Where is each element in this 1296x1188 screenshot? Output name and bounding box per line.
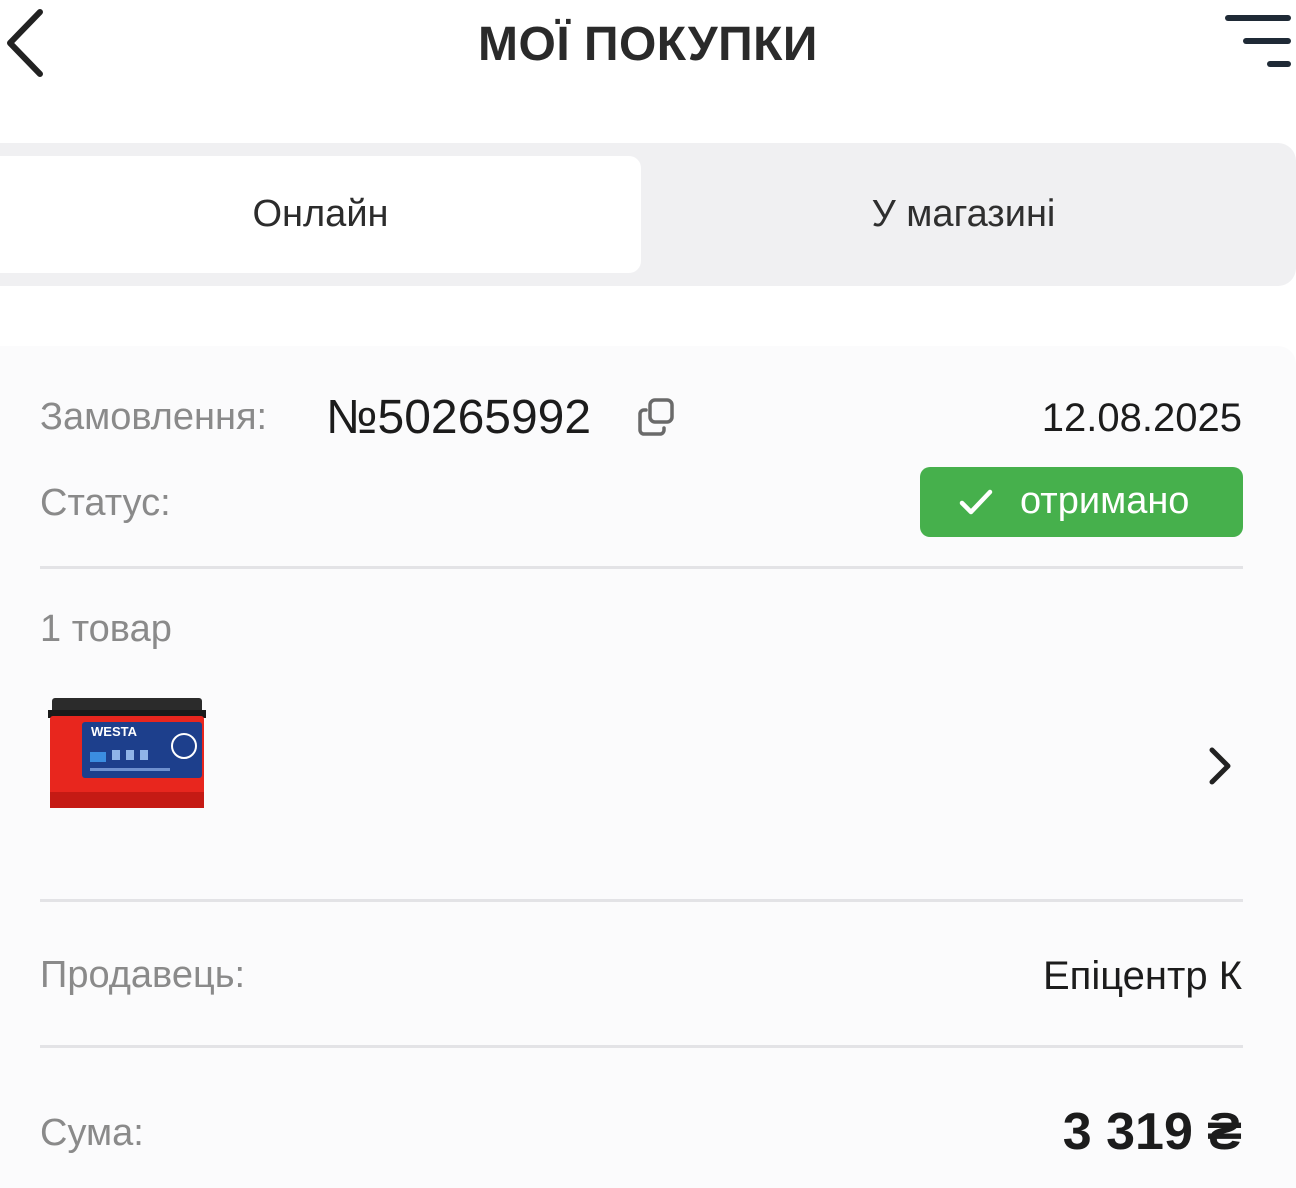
page-title: МОЇ ПОКУПКИ	[478, 18, 818, 71]
product-thumbnail[interactable]: WESTA	[44, 692, 210, 818]
order-label: Замовлення:	[40, 396, 268, 438]
header: МОЇ ПОКУПКИ	[0, 0, 1296, 96]
order-card[interactable]: Замовлення: №50265992 12.08.2025 Статус:…	[0, 346, 1296, 1188]
status-text: отримано	[1020, 480, 1190, 522]
items-count: 1 товар	[40, 608, 172, 650]
check-icon	[959, 489, 993, 515]
divider	[40, 566, 1243, 569]
divider	[40, 1045, 1243, 1048]
divider	[40, 899, 1243, 902]
sum-label: Сума:	[40, 1112, 144, 1154]
purchase-type-tabs: Онлайн У магазині	[0, 143, 1296, 286]
filter-menu-button[interactable]	[1218, 8, 1296, 76]
status-label: Статус:	[40, 482, 171, 524]
tab-online[interactable]: Онлайн	[0, 156, 641, 273]
car-battery-icon: WESTA	[48, 698, 206, 808]
tab-in-store[interactable]: У магазині	[641, 156, 1286, 273]
status-badge: отримано	[920, 467, 1243, 537]
sum-value: 3 319 ₴	[1062, 1103, 1242, 1161]
filter-lines-icon	[1225, 15, 1291, 67]
order-number: №50265992	[326, 391, 592, 444]
seller-value: Епіцентр К	[1042, 954, 1242, 998]
order-date: 12.08.2025	[1041, 396, 1242, 440]
copy-icon[interactable]	[636, 396, 678, 438]
battery-brand: WESTA	[91, 724, 138, 739]
seller-label: Продавець:	[40, 954, 246, 996]
chevron-right-icon	[1209, 747, 1231, 785]
product-details-button[interactable]	[1196, 742, 1244, 790]
